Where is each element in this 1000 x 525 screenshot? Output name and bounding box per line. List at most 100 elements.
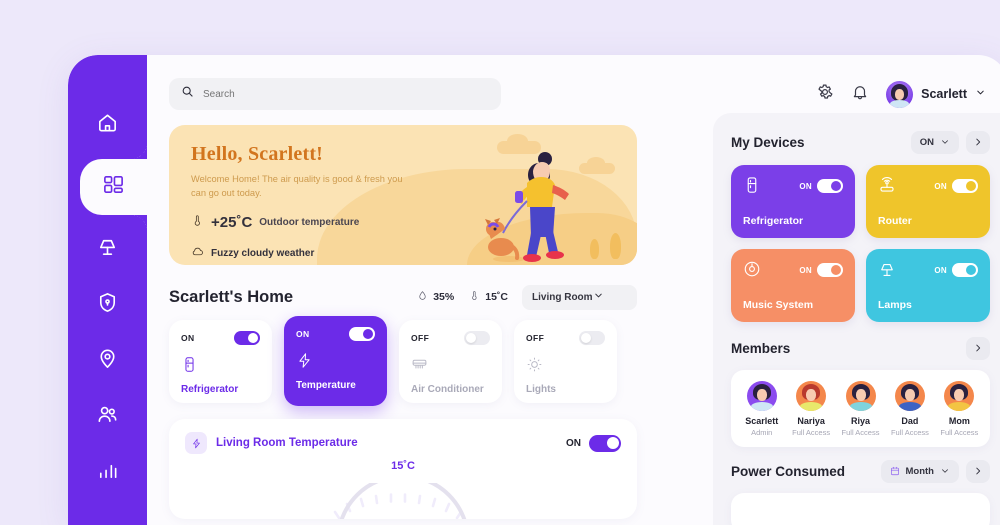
search-input[interactable] <box>203 88 453 100</box>
location-pin-icon <box>96 347 119 375</box>
cloud-icon <box>191 245 204 263</box>
device-card-refrigerator[interactable]: ON Refrigerator <box>169 320 272 403</box>
home-icon <box>96 111 119 139</box>
power-period-select[interactable]: Month <box>880 459 959 483</box>
device-card-temperature[interactable]: ON Temperature <box>284 316 387 406</box>
temperature-stat: 15˚C <box>469 290 508 304</box>
lamp-icon <box>878 260 896 283</box>
weather-row: Fuzzy cloudy weather <box>191 245 451 263</box>
chevron-down-icon[interactable] <box>975 85 986 103</box>
avatar <box>845 381 876 411</box>
member-item[interactable]: Mom Full Access <box>935 381 984 437</box>
device-state: OFF <box>526 333 545 343</box>
gauge-state: ON <box>566 437 581 449</box>
living-room-temperature-panel: Living Room Temperature ON 15˚C <box>169 419 637 519</box>
home-stats: 35% 15˚C <box>417 290 508 304</box>
sidebar-item-dashboard[interactable] <box>80 143 147 231</box>
avatar <box>746 381 777 411</box>
power-next-button[interactable] <box>966 459 990 483</box>
sidebar-item-statistics[interactable] <box>68 445 147 501</box>
hero-text: Hello, Scarlett! Welcome Home! The air q… <box>191 143 451 263</box>
gauge-title: Living Room Temperature <box>216 437 358 449</box>
my-devices-next-button[interactable] <box>966 130 990 154</box>
my-devices-filter-value: ON <box>919 136 934 148</box>
device-toggle[interactable] <box>234 331 260 345</box>
avatar <box>944 381 975 411</box>
main-content: Hello, Scarlett! Welcome Home! The air q… <box>169 125 637 519</box>
dashboard-icon <box>102 173 125 201</box>
my-devices-header: My Devices ON <box>731 129 990 155</box>
member-name: Nariya <box>797 416 825 426</box>
user-name: Scarlett <box>921 87 967 101</box>
humidity-value: 35% <box>433 291 455 303</box>
app-window: Scarlett <box>68 55 1000 525</box>
device-toggle[interactable] <box>349 327 375 341</box>
chevron-right-icon <box>976 344 981 352</box>
my-device-lamps[interactable]: ON Lamps <box>866 249 990 322</box>
water-drop-icon <box>417 290 428 304</box>
temperature-gauge[interactable] <box>308 483 498 519</box>
lightning-bolt-icon <box>185 432 207 454</box>
weather-label: Fuzzy cloudy weather <box>211 248 315 260</box>
member-name: Riya <box>851 416 871 426</box>
member-role: Full Access <box>890 428 929 437</box>
my-device-music-system[interactable]: ON Music System <box>731 249 855 322</box>
members-header: Members <box>731 335 990 361</box>
my-device-toggle[interactable] <box>952 263 978 277</box>
my-device-refrigerator[interactable]: ON Refrigerator <box>731 165 855 238</box>
user-menu[interactable]: Scarlett <box>886 80 986 108</box>
sidebar-item-location[interactable] <box>68 333 147 389</box>
lightbulb-icon <box>526 355 605 375</box>
my-device-toggle[interactable] <box>952 179 978 193</box>
power-consumed-card <box>731 493 990 525</box>
bell-icon[interactable] <box>851 83 869 106</box>
member-role: Full Access <box>792 428 831 437</box>
my-device-toggle[interactable] <box>817 263 843 277</box>
outdoor-temperature-label: Outdoor temperature <box>259 217 360 229</box>
room-select[interactable]: Living Room <box>522 284 637 310</box>
gear-icon[interactable] <box>816 83 834 106</box>
users-icon <box>96 403 119 431</box>
member-item[interactable]: Dad Full Access <box>885 381 934 437</box>
member-item[interactable]: Scarlett Admin <box>737 381 786 437</box>
chevron-right-icon <box>976 467 981 475</box>
device-card-lights[interactable]: OFF Lights <box>514 320 617 403</box>
top-bar: Scarlett <box>169 78 986 110</box>
members-title: Members <box>731 340 791 356</box>
thermometer-icon <box>469 290 480 304</box>
sidebar-item-lamp[interactable] <box>68 221 147 277</box>
gauge-toggle[interactable] <box>589 434 621 452</box>
device-card-row: ON Refrigerator ON Temperature OFF Air C… <box>169 316 637 406</box>
chevron-down-icon <box>593 290 604 304</box>
member-name: Dad <box>901 416 919 426</box>
shield-icon <box>96 291 119 319</box>
device-toggle[interactable] <box>464 331 490 345</box>
header-actions: Scarlett <box>816 78 986 110</box>
member-item[interactable]: Nariya Full Access <box>786 381 835 437</box>
members-next-button[interactable] <box>966 336 990 360</box>
lamp-icon <box>96 235 119 263</box>
my-device-router[interactable]: ON Router <box>866 165 990 238</box>
my-device-toggle[interactable] <box>817 179 843 193</box>
device-toggle[interactable] <box>579 331 605 345</box>
sidebar-nav <box>68 97 147 501</box>
search-icon <box>181 85 194 103</box>
device-name: Temperature <box>296 380 356 391</box>
members-list: Scarlett Admin Nariya Full Access Riya F… <box>731 370 990 447</box>
my-devices-filter[interactable]: ON <box>910 130 959 154</box>
device-card-air-conditioner[interactable]: OFF Air Conditioner <box>399 320 502 403</box>
member-role: Admin <box>751 428 773 437</box>
sidebar-item-members[interactable] <box>68 389 147 445</box>
my-devices-title: My Devices <box>731 134 805 150</box>
cloud-decoration <box>579 157 615 174</box>
power-consumed-header: Power Consumed Month <box>731 458 990 484</box>
member-item[interactable]: Riya Full Access <box>836 381 885 437</box>
thermometer-icon <box>191 214 204 232</box>
sidebar-item-security[interactable] <box>68 277 147 333</box>
router-icon <box>878 176 896 199</box>
my-device-state: ON <box>934 181 947 191</box>
search-bar[interactable] <box>169 78 501 110</box>
outdoor-temperature-row: +25˚C Outdoor temperature <box>191 214 451 232</box>
my-device-name: Music System <box>743 299 814 311</box>
avatar <box>796 381 827 411</box>
